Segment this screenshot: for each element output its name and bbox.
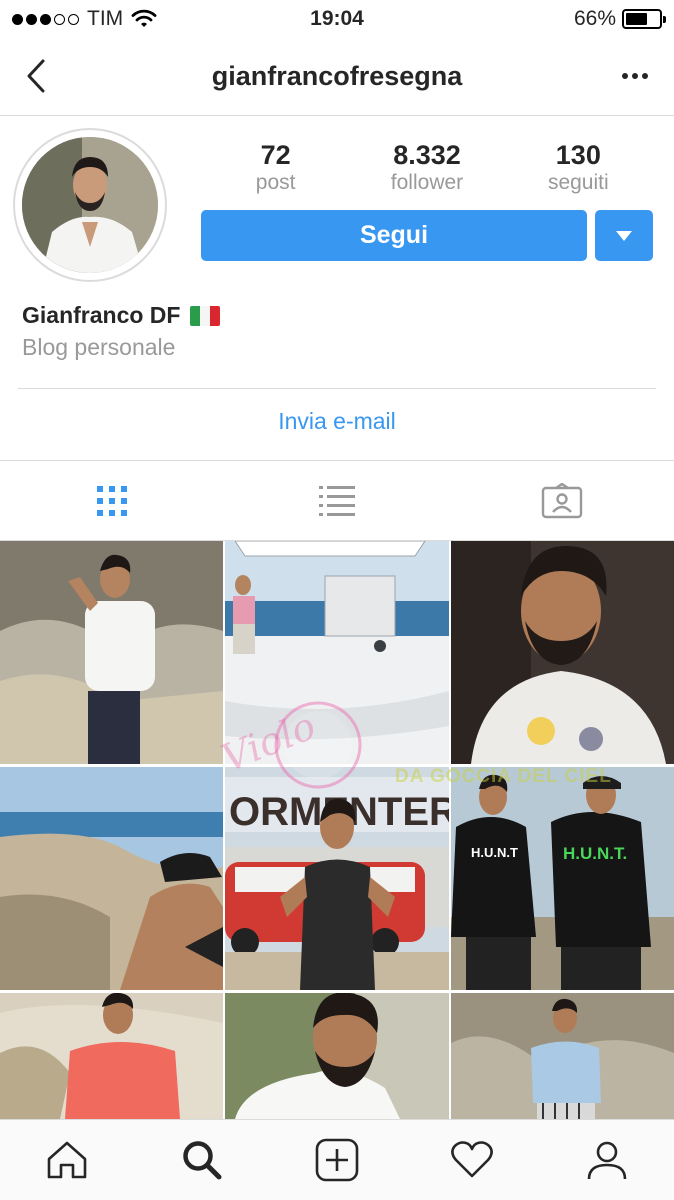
grid-photo[interactable]: ORMENTERA <box>225 767 449 990</box>
battery-icon <box>622 9 666 29</box>
status-left: TIM <box>12 7 157 31</box>
add-post-icon <box>315 1138 359 1182</box>
stat-followers[interactable]: 8.332 follower <box>362 140 492 196</box>
photo-red-tshirt-dunes <box>0 993 223 1119</box>
more-dot <box>642 73 648 79</box>
more-options-button[interactable] <box>618 64 652 88</box>
wifi-icon <box>131 9 157 27</box>
stat-label: post <box>255 171 296 194</box>
bottom-tab-bar <box>0 1119 674 1200</box>
tab-activity[interactable] <box>404 1120 539 1200</box>
photo-boat-interceptor <box>225 541 449 764</box>
stat-label: seguiti <box>547 171 609 194</box>
divider <box>18 388 656 389</box>
list-view-icon <box>319 485 355 516</box>
carrier-label: TIM <box>87 7 124 30</box>
email-button[interactable]: Invia e-mail <box>0 408 674 435</box>
suggested-accounts-dropdown-button[interactable] <box>595 210 653 261</box>
stat-value: 130 <box>555 140 601 170</box>
status-bar: TIM 19:04 66% <box>0 0 674 38</box>
tab-grid[interactable] <box>0 461 225 540</box>
photo-grid: ORMENTERA H.U.N.T H.U.N.T. <box>0 541 674 1119</box>
status-right: 66% <box>573 7 666 31</box>
photo-formentera-van: ORMENTERA <box>225 767 449 990</box>
grid-photo[interactable] <box>451 541 674 764</box>
grid-photo[interactable] <box>225 541 449 764</box>
more-dot <box>632 73 638 79</box>
photo-man-white-tshirt-cliffs <box>0 541 223 764</box>
grid-photo[interactable] <box>0 993 223 1119</box>
stat-posts[interactable]: 72 post <box>211 140 341 196</box>
signal-strength-icon <box>12 13 79 25</box>
search-icon <box>183 1141 222 1180</box>
tagged-photos-icon <box>541 482 582 518</box>
profile-category: Blog personale <box>22 334 176 360</box>
svg-text:H.U.N.T: H.U.N.T <box>471 845 518 860</box>
more-dot <box>622 73 628 79</box>
home-icon <box>48 1141 87 1179</box>
stat-label: follower <box>390 171 464 194</box>
grid-photo[interactable] <box>0 541 223 764</box>
profile-avatar-ring[interactable] <box>13 128 167 282</box>
chevron-left-icon <box>27 59 45 93</box>
tab-profile[interactable] <box>539 1120 674 1200</box>
profile-icon <box>587 1141 626 1180</box>
photo-beach-shore <box>0 767 223 990</box>
profile-view-tabs <box>0 461 674 541</box>
profile-username-title: gianfrancofresegna <box>211 61 463 91</box>
photo-white-shirt-closeup <box>225 993 449 1119</box>
tab-new-post[interactable] <box>270 1120 405 1200</box>
grid-photo[interactable]: H.U.N.T H.U.N.T. <box>451 767 674 990</box>
back-button[interactable] <box>18 56 54 96</box>
grid-photo[interactable] <box>0 767 223 990</box>
battery-percent: 66% <box>573 7 616 30</box>
photo-two-men-hunt-tshirts: H.U.N.T H.U.N.T. <box>451 767 674 990</box>
tab-home[interactable] <box>0 1120 135 1200</box>
tab-search[interactable] <box>135 1120 270 1200</box>
grid-photo[interactable] <box>451 993 674 1119</box>
profile-name-row: Gianfranco DF <box>22 302 221 329</box>
grid-view-icon <box>97 485 128 516</box>
profile-display-name: Gianfranco DF <box>22 302 181 328</box>
caret-down-icon <box>616 230 632 241</box>
profile-nav-bar: gianfrancofresegna <box>0 38 674 116</box>
photo-closeup-beard <box>451 541 674 764</box>
follow-button[interactable]: Segui <box>201 210 587 261</box>
battery-fill <box>626 13 648 25</box>
stat-value: 72 <box>260 140 291 170</box>
italy-flag-icon <box>190 305 221 326</box>
profile-stats: 72 post 8.332 follower 130 seguiti <box>200 140 654 196</box>
stat-value: 8.332 <box>393 140 461 170</box>
stat-following[interactable]: 130 seguiti <box>513 140 643 196</box>
grid-photo[interactable] <box>225 993 449 1119</box>
photo-blue-tshirt-rocks <box>451 993 674 1119</box>
avatar <box>22 137 158 273</box>
activity-heart-icon <box>450 1141 493 1178</box>
svg-text:H.U.N.T.: H.U.N.T. <box>563 844 627 863</box>
tab-list[interactable] <box>225 461 450 540</box>
avatar-photo <box>22 137 158 273</box>
tab-tagged[interactable] <box>449 461 674 540</box>
